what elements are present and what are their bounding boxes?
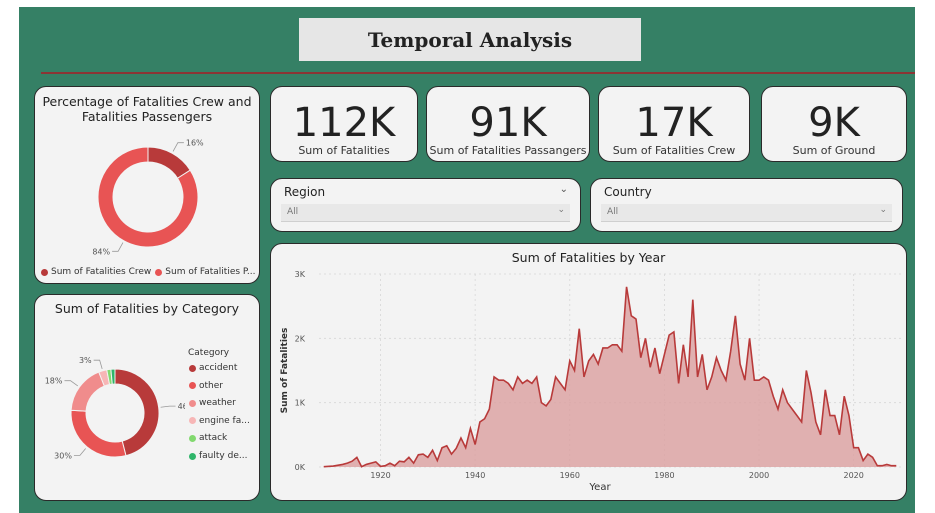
kpi-label-crew: Sum of Fatalities Crew [612,144,736,157]
donut-leader-line-1 [112,242,124,252]
page-title: Temporal Analysis [299,18,641,61]
area-fill [323,286,897,467]
x-tick-label: 1960 [560,471,580,480]
country-slicer[interactable]: Country All ⌄ [590,178,903,232]
donut-leader-line-0 [160,405,176,408]
x-tick-label: 1980 [654,471,674,480]
region-slicer-title: Region [284,185,326,199]
x-tick-label: 2020 [844,471,864,480]
kpi-card-fatalities: 112K Sum of Fatalities [270,86,418,162]
dashboard-canvas: Temporal Analysis Percentage of Fataliti… [19,7,915,513]
region-slicer[interactable]: Region ⌄ All ⌄ [270,178,581,232]
legend-label: engine fa... [199,415,250,426]
donut2-title: Sum of Fatalities by Category [54,301,240,316]
donut-data-label-2: 18% [45,377,63,386]
legend-item[interactable]: other [189,381,223,391]
kpi-label-fatalities: Sum of Fatalities [298,144,390,157]
donut-slice-2[interactable] [70,371,105,412]
donut-data-label-0: 16% [186,139,204,148]
donut1-legend: Sum of Fatalities Crew Sum of Fatalities… [41,267,256,277]
legend-item[interactable]: engine fa... [189,416,250,426]
y-tick-label: 3K [295,270,306,279]
legend-item[interactable]: accident [189,363,237,373]
legend-dot [189,452,196,460]
donut-data-label-1: 30% [54,451,72,460]
y-axis-label: Sum of Fatalities [280,328,290,414]
region-dropdown[interactable]: All ⌄ [281,204,570,222]
donut-leader-line-1 [73,448,86,456]
category-donut-chart[interactable]: 46% 30% 18% 3% [35,325,185,495]
legend-label-passengers: Sum of Fatalities P... [165,267,256,277]
y-tick-label: 1K [295,399,306,408]
legend-dot [189,399,196,407]
legend-label: faulty de... [199,451,248,461]
donut2-legend-title: Category [188,348,230,358]
kpi-value-crew: 17K [635,100,713,146]
legend-item[interactable]: weather [189,398,236,408]
legend-dot [189,382,196,390]
chevron-down-icon[interactable]: ⌄ [560,184,568,195]
region-dropdown-value: All [287,207,299,217]
donut-data-label-3: 3% [79,356,92,365]
legend-item[interactable]: attack [189,433,227,443]
legend-item[interactable]: faulty de... [189,451,247,461]
donut-slice-1[interactable] [70,409,127,458]
donut-slice-0[interactable] [147,146,191,179]
kpi-card-passengers: 91K Sum of Fatalities Passangers [426,86,590,162]
legend-dot [189,434,196,442]
legend-label: accident [199,363,238,373]
kpi-value-fatalities: 112K [292,100,396,146]
legend-dot [189,417,196,425]
donut1-slices: 16% 84% [92,139,204,257]
x-tick-label: 2000 [749,471,769,480]
donut1-title-line2: Fatalities Passengers [81,109,213,124]
header-divider [41,72,915,74]
crew-passenger-donut-chart[interactable]: 16% 84% [35,127,261,277]
donut2-slices: 46% 30% 18% 3% [45,356,185,460]
donut1-title-line1: Percentage of Fatalities Crew and [42,94,252,109]
legend-label: attack [199,433,228,444]
crew-passenger-donut-card[interactable]: Percentage of Fatalities Crew and Fatali… [34,86,260,284]
x-axis-label: Year [588,482,611,493]
country-slicer-title: Country [604,185,652,199]
legend-dot [189,364,196,372]
kpi-card-crew: 17K Sum of Fatalities Crew [598,86,750,162]
kpi-card-ground: 9K Sum of Ground [761,86,907,162]
chevron-down-icon[interactable]: ⌄ [879,205,887,215]
country-dropdown[interactable]: All ⌄ [601,204,892,222]
x-tick-label: 1920 [370,471,390,480]
fatalities-by-year-area-chart[interactable]: 0K1K2K3K1920 1940 1960 1980 2000 2020YearSum … [271,244,908,502]
legend-label-crew: Sum of Fatalities Crew [51,267,152,277]
legend-label: other [199,380,223,391]
kpi-value-passengers: 91K [469,100,547,146]
donut-data-label-1: 84% [92,247,110,256]
legend-dot-passengers [155,268,163,276]
fatalities-by-year-card[interactable]: Sum of Fatalities by Year 0K 1K 2K 3K 1920 19… [270,243,907,501]
donut-leader-line-0 [172,142,184,152]
kpi-label-passengers: Sum of Fatalities Passangers [429,144,587,157]
country-dropdown-value: All [607,207,619,217]
chevron-down-icon[interactable]: ⌄ [557,205,565,215]
category-donut-card[interactable]: Sum of Fatalities by Category 46% 30% 18% 3… [34,294,260,501]
kpi-label-ground: Sum of Ground [792,144,876,157]
legend-dot-crew [41,268,48,276]
donut-data-label-0: 46% [178,402,185,411]
kpi-value-ground: 9K [808,100,860,146]
donut-leader-line-2 [64,380,79,387]
legend-label: weather [199,398,236,409]
y-tick-label: 2K [295,334,306,343]
x-tick-label: 1940 [465,471,485,480]
y-tick-label: 0K [295,463,306,472]
donut-leader-line-3 [93,359,103,369]
